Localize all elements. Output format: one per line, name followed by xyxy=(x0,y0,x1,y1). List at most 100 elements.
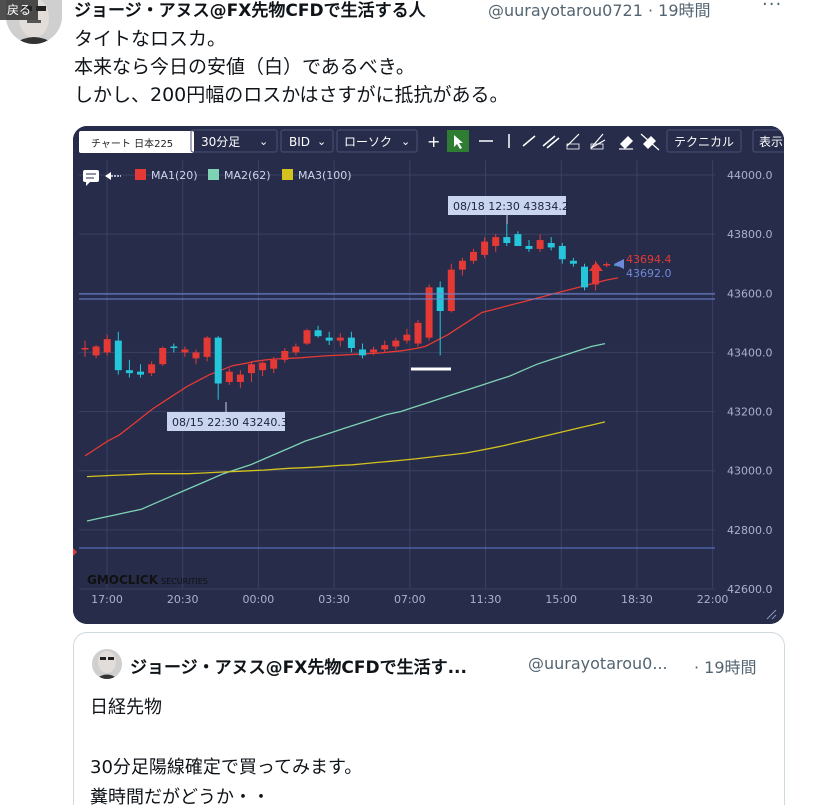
low-label-text: 08/15 22:30 43240.3 xyxy=(172,416,288,429)
candle-body xyxy=(92,346,100,356)
y-tick-label: 42600.0 xyxy=(727,583,773,596)
ma1-label: MA1(20) xyxy=(151,169,198,182)
y-tick-label: 43400.0 xyxy=(727,346,773,359)
chart-background xyxy=(73,126,784,624)
chevron-down-icon: ⌄ xyxy=(259,135,268,148)
candle-body xyxy=(492,237,500,246)
ma3-label: MA3(100) xyxy=(298,169,352,182)
y-tick-label: 43600.0 xyxy=(727,287,773,300)
candle-body xyxy=(558,245,566,260)
y-tick-label: 43000.0 xyxy=(727,465,773,478)
candle-body xyxy=(403,334,411,341)
x-tick-label: 07:00 xyxy=(394,593,426,606)
candle-body xyxy=(581,266,588,288)
candle-body xyxy=(303,330,311,344)
quoted-tweet-time[interactable]: · 19時間 xyxy=(694,654,757,678)
candle-body xyxy=(525,245,533,249)
candle-body xyxy=(214,337,222,384)
y-tick-label: 42800.0 xyxy=(727,524,773,537)
tweet-line: 本来なら今日の安値（白）であるべき。 xyxy=(74,56,415,78)
ma2-swatch xyxy=(208,169,219,180)
candle-body xyxy=(181,349,189,353)
candle-body xyxy=(392,340,400,347)
candle-body xyxy=(414,322,422,344)
y-tick-label: 43800.0 xyxy=(727,228,773,241)
x-tick-label: 22:00 xyxy=(697,593,729,606)
chevron-down-icon: ⌄ xyxy=(317,135,326,148)
chevron-down-icon: ⌄ xyxy=(401,135,410,148)
candle-body xyxy=(125,370,133,374)
x-tick-label: 11:30 xyxy=(470,593,502,606)
candle-body xyxy=(347,337,355,348)
chart-image[interactable]: チャート 日本225 ⌄ 30分足 ⌄ BID ⌄ ローソク ⌄ + テクニカル xyxy=(73,126,784,624)
x-tick-label: 00:00 xyxy=(243,593,275,606)
candle-body xyxy=(270,359,278,369)
candle-body xyxy=(314,330,322,337)
quoted-author-name[interactable]: ジョージ・アヌス@FX先物CFDで生活す... xyxy=(130,653,467,678)
chart-type-label: ローソク xyxy=(344,135,392,149)
candle-body xyxy=(547,243,555,248)
instrument-tooltip-text: チャート 日本225 xyxy=(91,137,173,150)
quoted-author-handle[interactable]: @uurayotarou0... xyxy=(528,654,668,673)
candle-body xyxy=(248,364,255,374)
candle-body xyxy=(370,349,378,353)
candle-body xyxy=(481,241,489,255)
candle-body xyxy=(381,345,389,350)
ma2-label: MA2(62) xyxy=(224,169,271,182)
technical-label: テクニカル xyxy=(674,135,734,149)
instrument-dropdown-chevron[interactable]: ⌄ xyxy=(176,136,185,149)
handle-text: @uurayotarou0721 xyxy=(488,1,643,20)
more-options-icon[interactable]: ··· xyxy=(762,0,782,15)
back-button[interactable]: 戻る xyxy=(0,0,38,20)
x-tick-label: 17:00 xyxy=(91,593,123,606)
crosshair-icon[interactable]: + xyxy=(427,132,440,151)
high-label-text: 08/18 12:30 43834.2 xyxy=(453,200,569,213)
price-label-red: 43694.4 xyxy=(626,253,672,266)
candle-body xyxy=(236,374,244,382)
gmoclick-logo: GMOCLICK xyxy=(87,573,159,587)
author-handle[interactable]: @uurayotarou0721 · 19時間 xyxy=(488,0,711,21)
ma3-swatch xyxy=(282,169,293,180)
candle-body xyxy=(225,371,233,382)
quoted-line: 30分足陽線確定で買ってみます。 xyxy=(90,757,363,778)
candle-body xyxy=(425,287,433,338)
tweet-text: タイトなロスカ。 本来なら今日の安値（白）であるべき。 しかし、200円幅のロス… xyxy=(74,25,794,109)
candle-body xyxy=(292,346,300,353)
candle-body xyxy=(603,264,611,266)
quoted-line: 日経先物 xyxy=(90,697,162,718)
x-tick-label: 15:00 xyxy=(545,593,577,606)
quoted-author-avatar[interactable] xyxy=(92,649,122,679)
candle-body xyxy=(148,364,156,374)
tweet-line: しかし、200円幅のロスかはさすがに抵抗がある。 xyxy=(74,84,509,106)
candle-body xyxy=(114,340,122,371)
quoted-tweet-text: 日経先物 30分足陽線確定で買ってみます。 糞時間だがどうか・・ xyxy=(90,693,362,805)
candle-body xyxy=(281,350,289,360)
candle-body xyxy=(359,349,366,356)
quoted-tweet[interactable]: ジョージ・アヌス@FX先物CFDで生活す... @uurayotarou0...… xyxy=(73,632,785,805)
gmoclick-logo-sub: SECURITIES xyxy=(161,577,208,586)
candle-body xyxy=(170,346,178,349)
bid-label: BID xyxy=(289,135,310,149)
x-tick-label: 20:30 xyxy=(167,593,199,606)
candle-body xyxy=(470,251,477,261)
avatar-face-icon xyxy=(92,649,122,679)
candle-body xyxy=(514,234,522,246)
candle-body xyxy=(536,240,544,249)
y-tick-label: 43200.0 xyxy=(727,406,773,419)
candle-body xyxy=(336,337,344,341)
candle-body xyxy=(458,260,466,270)
candle-body xyxy=(447,269,455,312)
candle-body xyxy=(192,352,200,359)
candle-body xyxy=(503,237,511,244)
x-tick-label: 18:30 xyxy=(621,593,653,606)
candle-body xyxy=(137,371,144,375)
candle-body xyxy=(103,339,111,353)
tweet-header: ジョージ・アヌス@FX先物CFDで生活する人 @uurayotarou0721 … xyxy=(74,0,814,22)
price-label-blue: 43692.0 xyxy=(626,267,672,280)
tweet-time[interactable]: · 19時間 xyxy=(648,1,711,20)
candle-body xyxy=(159,347,167,365)
timeframe-label: 30分足 xyxy=(201,135,240,149)
candlestick-chart: チャート 日本225 ⌄ 30分足 ⌄ BID ⌄ ローソク ⌄ + テクニカル xyxy=(73,126,784,624)
x-tick-label: 03:30 xyxy=(318,593,350,606)
author-name[interactable]: ジョージ・アヌス@FX先物CFDで生活する人 xyxy=(74,0,426,21)
